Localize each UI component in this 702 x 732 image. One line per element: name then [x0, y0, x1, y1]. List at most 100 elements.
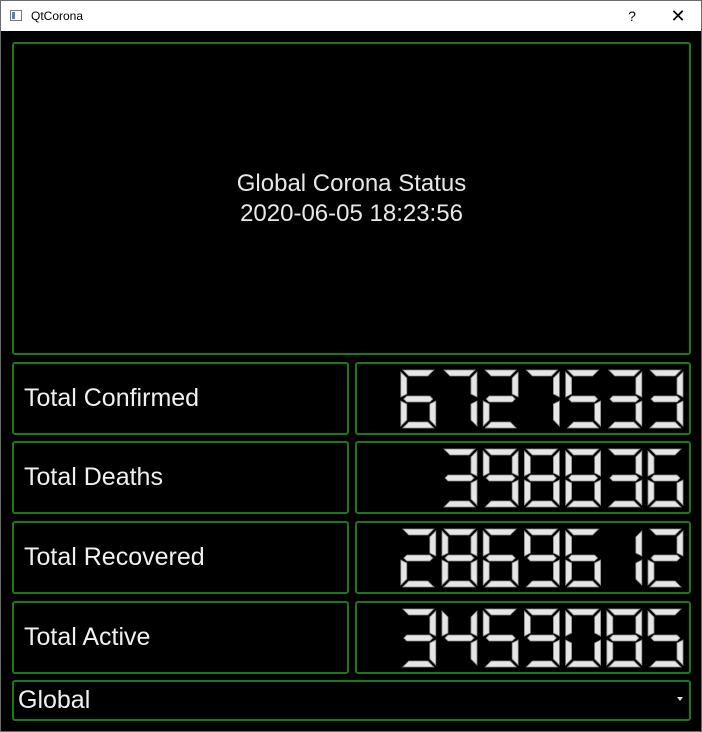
lcd-segment	[485, 554, 516, 562]
lcd-segment	[484, 608, 518, 616]
lcd-digit	[482, 448, 519, 508]
lcd-segment	[429, 639, 437, 666]
lcd-segment	[470, 559, 478, 586]
region-select[interactable]: Global	[12, 680, 691, 721]
lcd-digit	[565, 608, 602, 668]
lcd-segment	[609, 474, 640, 482]
lcd-segment	[594, 559, 602, 586]
lcd-segment	[650, 554, 681, 562]
lcd-segment	[552, 639, 560, 666]
active-label: Total Active	[24, 623, 151, 651]
lcd-segment	[635, 639, 643, 666]
lcd-segment	[552, 371, 560, 398]
lcd-segment	[649, 608, 682, 616]
lcd-digit	[565, 369, 602, 429]
lcd-segment	[566, 369, 600, 377]
lcd-segment	[635, 400, 643, 427]
lcd-segment	[609, 395, 640, 403]
lcd-segment	[525, 608, 559, 616]
lcd-digit	[523, 448, 560, 508]
lcd-segment	[566, 500, 600, 508]
lcd-segment	[482, 610, 490, 637]
lcd-segment	[552, 610, 560, 637]
deaths-label: Total Deaths	[24, 463, 163, 491]
lcd-segment	[525, 448, 559, 456]
lcd-segment	[443, 369, 476, 377]
lcd-segment	[403, 554, 434, 562]
lcd-segment	[401, 660, 435, 668]
lcd-digit	[400, 369, 437, 429]
lcd-segment	[470, 610, 478, 637]
lcd-segment	[443, 580, 476, 588]
lcd-segment	[485, 395, 516, 403]
lcd-segment	[565, 639, 573, 666]
lcd-segment	[443, 500, 476, 508]
lcd-segment	[649, 580, 682, 588]
deaths-lcd-value	[443, 448, 684, 508]
lcd-segment	[607, 448, 641, 456]
lcd-digit	[565, 528, 602, 588]
lcd-digit	[647, 608, 684, 668]
lcd-segment	[649, 528, 682, 536]
lcd-segment	[552, 450, 560, 477]
lcd-segment	[568, 474, 599, 482]
lcd-segment	[649, 448, 682, 456]
confirmed-label: Total Confirmed	[24, 384, 200, 412]
lcd-segment	[484, 580, 518, 588]
chevron-down-icon[interactable]	[677, 697, 683, 701]
lcd-segment	[470, 371, 478, 398]
lcd-segment	[525, 500, 559, 508]
lcd-segment	[523, 610, 531, 637]
lcd-segment	[511, 639, 519, 666]
lcd-segment	[565, 530, 573, 557]
lcd-segment	[565, 450, 573, 477]
recovered-value-panel	[355, 521, 691, 594]
window-title: QtCorona	[31, 9, 84, 23]
lcd-segment	[443, 448, 476, 456]
lcd-segment	[649, 369, 682, 377]
region-select-value: Global	[18, 686, 91, 714]
client-area: Global Corona Status 2020-06-05 18:23:56…	[1, 31, 701, 731]
help-button[interactable]: ?	[609, 1, 655, 31]
lcd-segment	[566, 580, 600, 588]
lcd-digit	[649, 369, 684, 429]
lcd-segment	[649, 500, 682, 508]
lcd-digit	[647, 448, 684, 508]
active-label-panel: Total Active	[12, 601, 349, 674]
lcd-segment	[650, 634, 681, 642]
lcd-segment	[441, 559, 449, 586]
lcd-segment	[606, 610, 614, 637]
lcd-segment	[523, 450, 531, 477]
lcd-segment	[635, 530, 643, 557]
lcd-digit	[443, 448, 478, 508]
lcd-segment	[676, 400, 684, 427]
lcd-segment	[607, 500, 641, 508]
lcd-segment	[566, 448, 600, 456]
lcd-segment	[441, 610, 449, 637]
title-bar[interactable]: QtCorona ? ✕	[1, 1, 701, 31]
lcd-segment	[609, 634, 640, 642]
lcd-segment	[552, 530, 560, 557]
lcd-segment	[635, 479, 643, 506]
lcd-segment	[568, 554, 599, 562]
recovered-label-panel: Total Recovered	[12, 521, 349, 594]
lcd-segment	[484, 660, 518, 668]
lcd-segment	[484, 369, 518, 377]
lcd-segment	[401, 421, 435, 429]
close-button[interactable]: ✕	[655, 1, 701, 31]
lcd-digit	[523, 528, 560, 588]
lcd-segment	[484, 528, 518, 536]
lcd-segment	[403, 634, 434, 642]
lcd-digit	[441, 610, 478, 666]
lcd-segment	[511, 559, 519, 586]
deaths-value-panel	[355, 441, 691, 514]
lcd-digit	[482, 528, 519, 588]
lcd-segment	[401, 528, 435, 536]
lcd-segment	[607, 421, 641, 429]
lcd-segment	[594, 610, 602, 637]
lcd-segment	[635, 559, 643, 586]
lcd-segment	[647, 450, 655, 477]
lcd-segment	[484, 421, 518, 429]
lcd-segment	[470, 639, 478, 666]
lcd-segment	[403, 395, 434, 403]
